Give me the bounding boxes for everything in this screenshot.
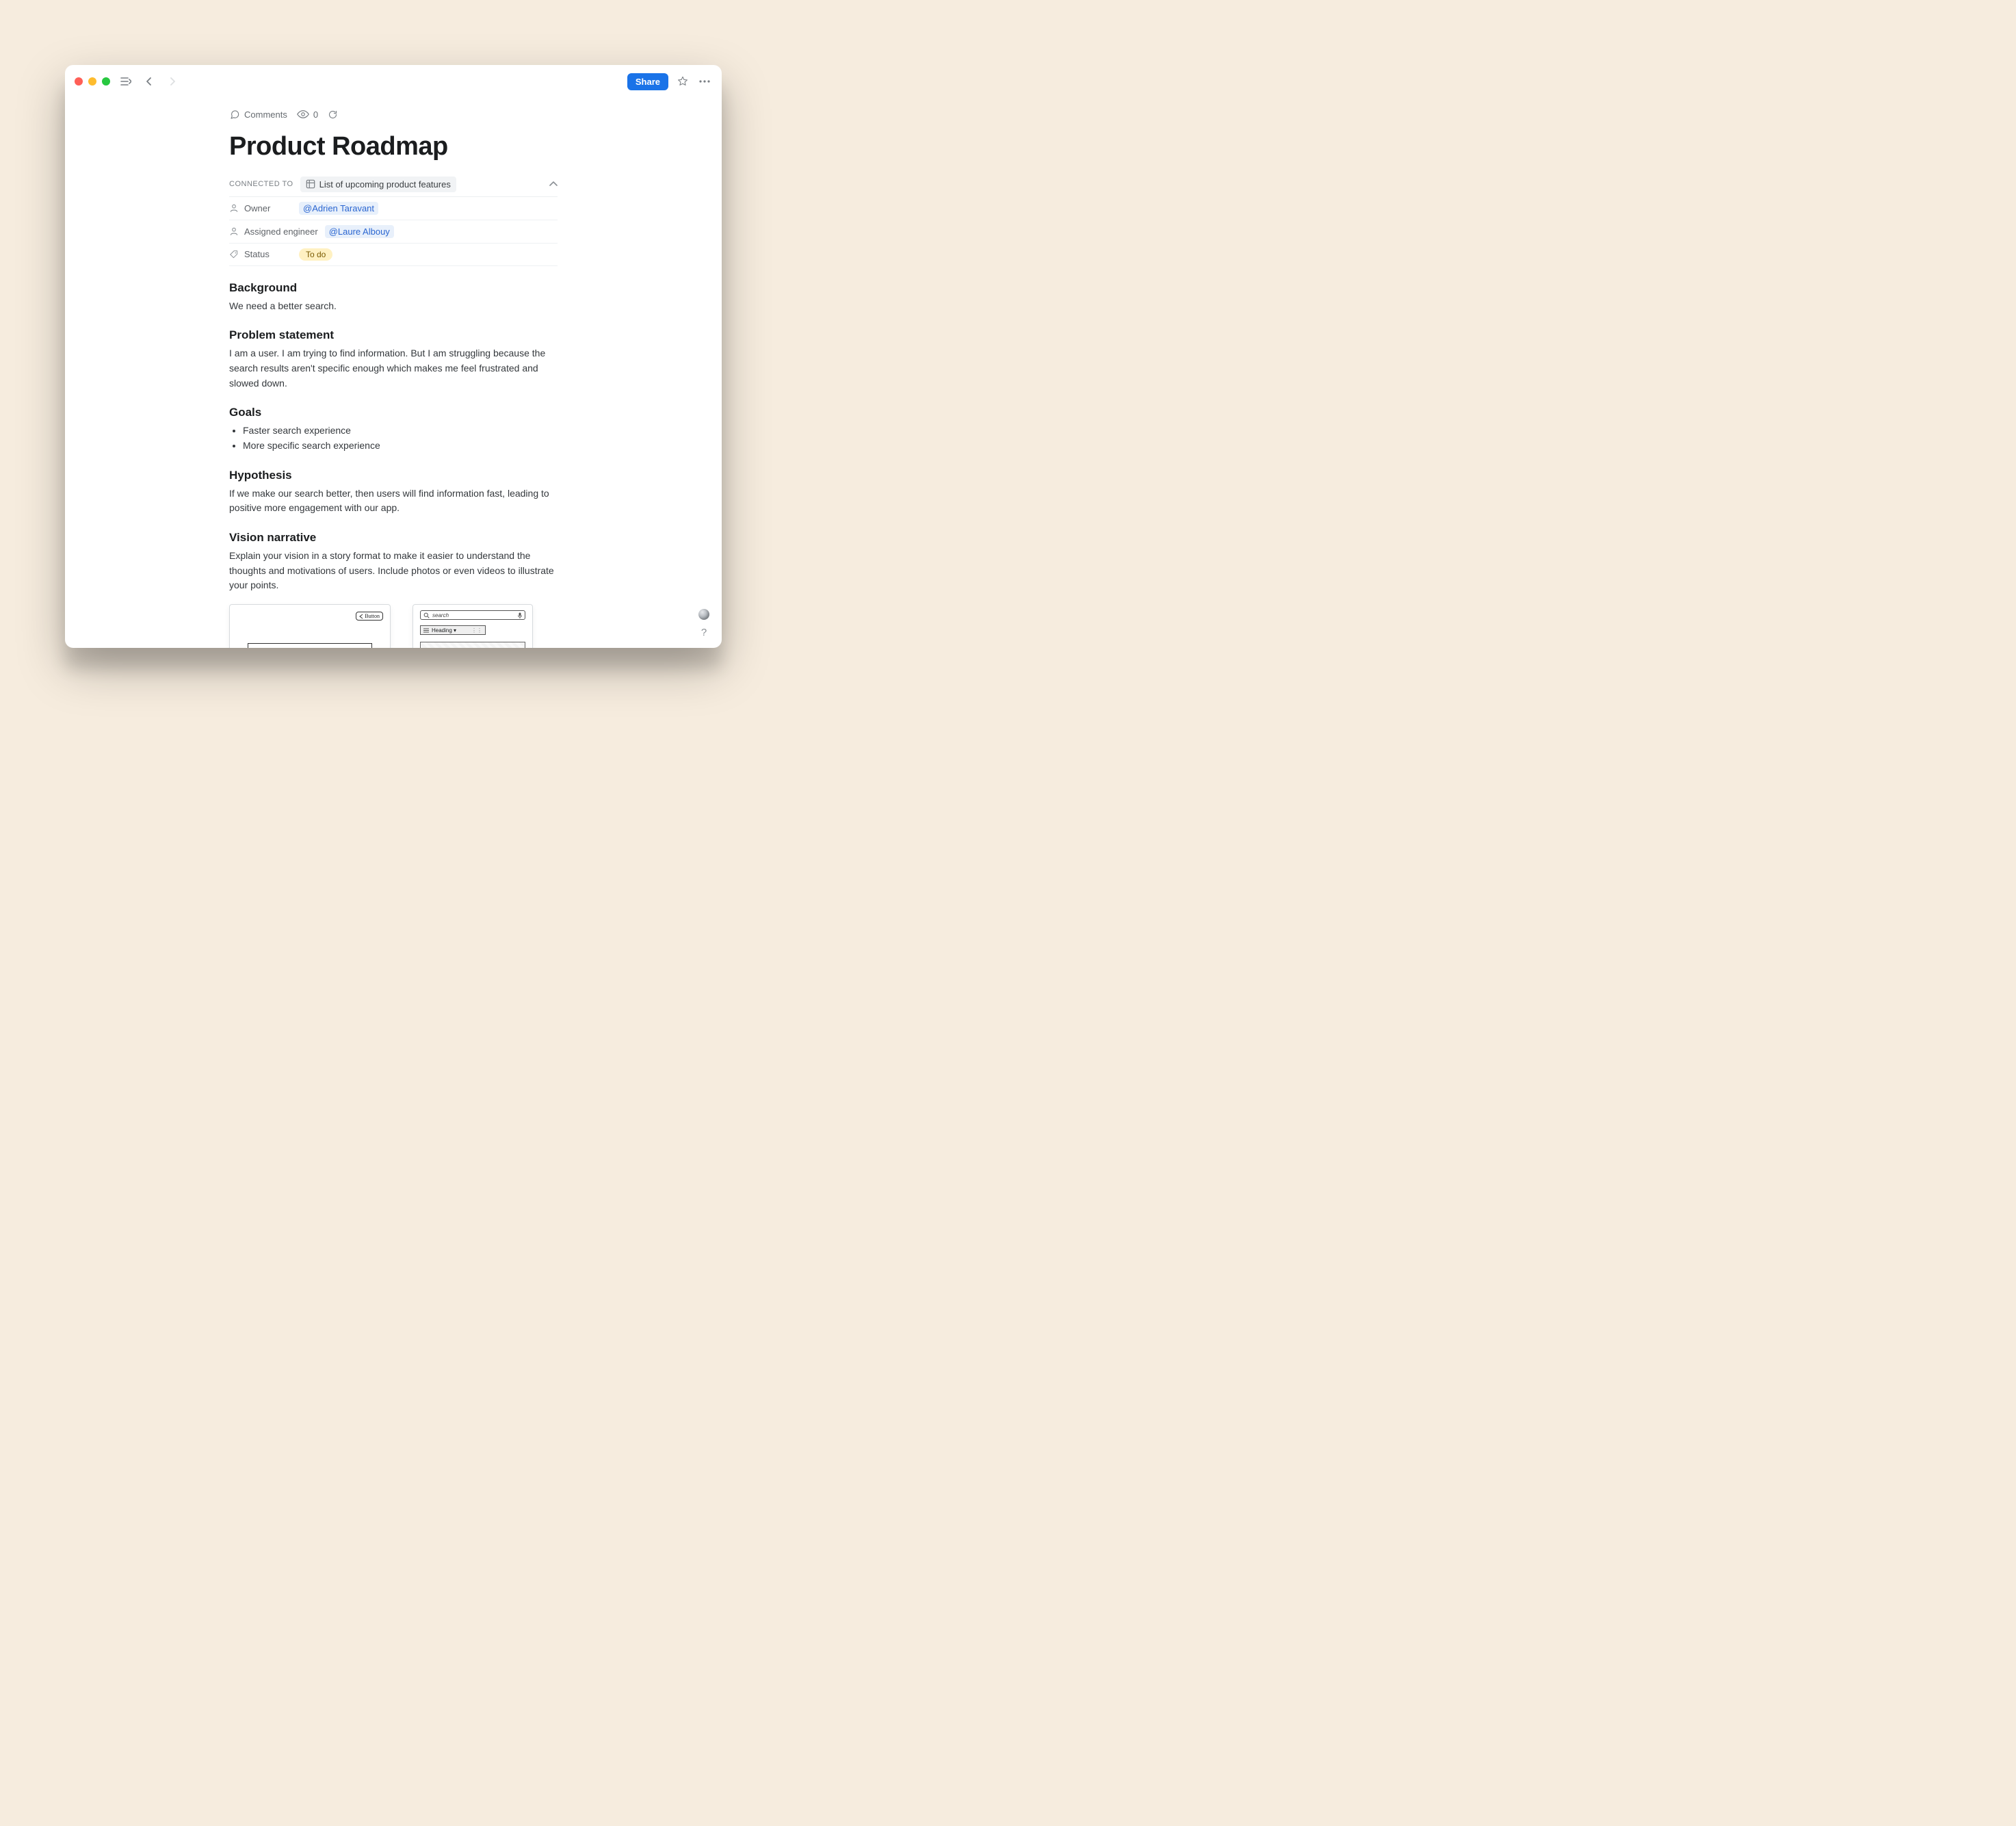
drag-handle-icon: ⋮⋮ bbox=[471, 627, 482, 634]
zoom-window-icon[interactable] bbox=[102, 77, 110, 86]
refresh-icon bbox=[328, 109, 338, 120]
views-button[interactable]: 0 bbox=[297, 109, 318, 120]
property-owner[interactable]: Owner @Adrien Taravant bbox=[229, 197, 558, 220]
close-window-icon[interactable] bbox=[75, 77, 83, 86]
property-engineer[interactable]: Assigned engineer @Laure Albouy bbox=[229, 220, 558, 244]
heading-problem[interactable]: Problem statement bbox=[229, 328, 558, 342]
heading-background[interactable]: Background bbox=[229, 281, 558, 295]
refresh-button[interactable] bbox=[328, 109, 338, 120]
help-button[interactable]: ? bbox=[701, 627, 707, 638]
share-button[interactable]: Share bbox=[627, 73, 668, 90]
nav-back-button[interactable] bbox=[142, 74, 157, 89]
list-item[interactable]: More specific search experience bbox=[243, 439, 558, 454]
heading-vision[interactable]: Vision narrative bbox=[229, 531, 558, 545]
text-hypothesis[interactable]: If we make our search better, then users… bbox=[229, 486, 558, 516]
eye-icon bbox=[297, 110, 309, 118]
wf1-alert-box: Alert Alert text No Yes bbox=[248, 643, 372, 647]
more-menu-button[interactable] bbox=[697, 74, 712, 89]
wf2-heading-block: Heading ▾ ⋮⋮ bbox=[420, 625, 486, 635]
collapse-properties-button[interactable] bbox=[549, 181, 558, 187]
text-problem[interactable]: I am a user. I am trying to find informa… bbox=[229, 346, 558, 391]
engineer-value-mention[interactable]: @Laure Albouy bbox=[325, 225, 394, 238]
heading-hypothesis[interactable]: Hypothesis bbox=[229, 469, 558, 482]
views-count: 0 bbox=[313, 109, 318, 120]
app-window: Share Comments 0 bbox=[65, 65, 722, 648]
table-icon bbox=[306, 179, 315, 189]
tag-icon bbox=[229, 250, 239, 259]
minimize-window-icon[interactable] bbox=[88, 77, 96, 86]
wireframe-image-search[interactable]: search Heading ▾ ⋮⋮ bbox=[413, 604, 533, 647]
owner-value-mention[interactable]: @Adrien Taravant bbox=[299, 202, 378, 215]
goals-list[interactable]: Faster search experience More specific s… bbox=[229, 423, 558, 453]
owner-label: Owner bbox=[244, 203, 270, 213]
status-badge[interactable]: To do bbox=[299, 248, 332, 261]
wireframe-image-alert[interactable]: Button Alert Alert text No Yes bbox=[229, 604, 391, 647]
wf1-back-button: Button bbox=[356, 612, 383, 621]
comments-button[interactable]: Comments bbox=[229, 109, 287, 120]
star-button[interactable] bbox=[675, 74, 690, 89]
wireframe-gallery: Button Alert Alert text No Yes bbox=[229, 604, 558, 647]
text-background[interactable]: We need a better search. bbox=[229, 299, 558, 314]
heading-goals[interactable]: Goals bbox=[229, 406, 558, 419]
property-list: Owner @Adrien Taravant Assigned engineer… bbox=[229, 196, 558, 266]
search-icon bbox=[423, 612, 430, 618]
status-label: Status bbox=[244, 249, 270, 259]
mic-icon bbox=[518, 612, 522, 618]
list-item[interactable]: Faster search experience bbox=[243, 423, 558, 439]
presence-indicator-icon[interactable] bbox=[698, 609, 709, 620]
comments-label: Comments bbox=[244, 109, 287, 120]
hamburger-icon bbox=[423, 628, 429, 633]
titlebar: Share bbox=[65, 65, 722, 94]
property-status[interactable]: Status To do bbox=[229, 244, 558, 266]
window-controls bbox=[75, 77, 110, 86]
engineer-label: Assigned engineer bbox=[244, 226, 318, 237]
person-icon bbox=[229, 226, 239, 236]
page-title[interactable]: Product Roadmap bbox=[229, 132, 558, 161]
person-icon bbox=[229, 203, 239, 213]
wf2-search-bar: search bbox=[420, 610, 525, 620]
connected-to-label: CONNECTED TO bbox=[229, 180, 293, 188]
text-vision[interactable]: Explain your vision in a story format to… bbox=[229, 549, 558, 593]
sidebar-toggle-button[interactable] bbox=[118, 74, 133, 89]
nav-forward-button[interactable] bbox=[165, 74, 180, 89]
connected-database-label: List of upcoming product features bbox=[319, 179, 451, 190]
document: Comments 0 Product Roadmap CONNECTED TO bbox=[229, 109, 558, 648]
wf2-content-block bbox=[420, 642, 525, 647]
connected-database-chip[interactable]: List of upcoming product features bbox=[300, 177, 456, 192]
comment-icon bbox=[229, 109, 240, 120]
